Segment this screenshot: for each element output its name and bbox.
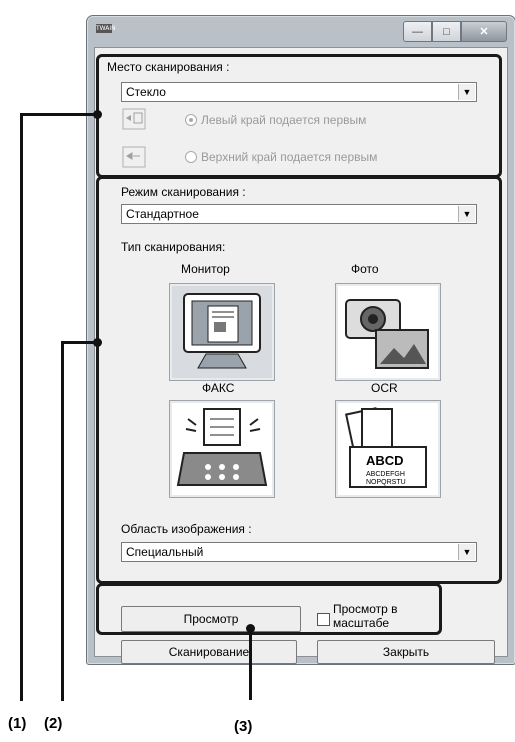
callout-box-1 (96, 54, 502, 178)
window-controls: — □ ✕ (403, 21, 507, 42)
minimize-button[interactable]: — (403, 21, 432, 42)
scan-button[interactable]: Сканирование (121, 640, 297, 664)
callout-box-2 (96, 176, 502, 584)
close-window-button[interactable]: ✕ (461, 21, 507, 42)
callout-line-2h (61, 341, 97, 344)
callout-label-2: (2) (44, 715, 63, 732)
maximize-button[interactable]: □ (432, 21, 461, 42)
callout-label-3: (3) (234, 718, 253, 735)
callout-line-1h (20, 113, 98, 116)
callout-label-1: (1) (8, 715, 27, 732)
callout-box-3 (96, 583, 442, 635)
close-button[interactable]: Закрыть (317, 640, 495, 664)
title-bar: TWAIN — □ ✕ (87, 16, 515, 42)
twain-app-icon: TWAIN (96, 24, 116, 33)
callout-line-3v (249, 628, 252, 700)
scanner-window: TWAIN — □ ✕ Место сканирования : Стекло … (86, 15, 515, 665)
callout-line-2v (61, 341, 64, 701)
callout-line-1v (20, 113, 23, 701)
